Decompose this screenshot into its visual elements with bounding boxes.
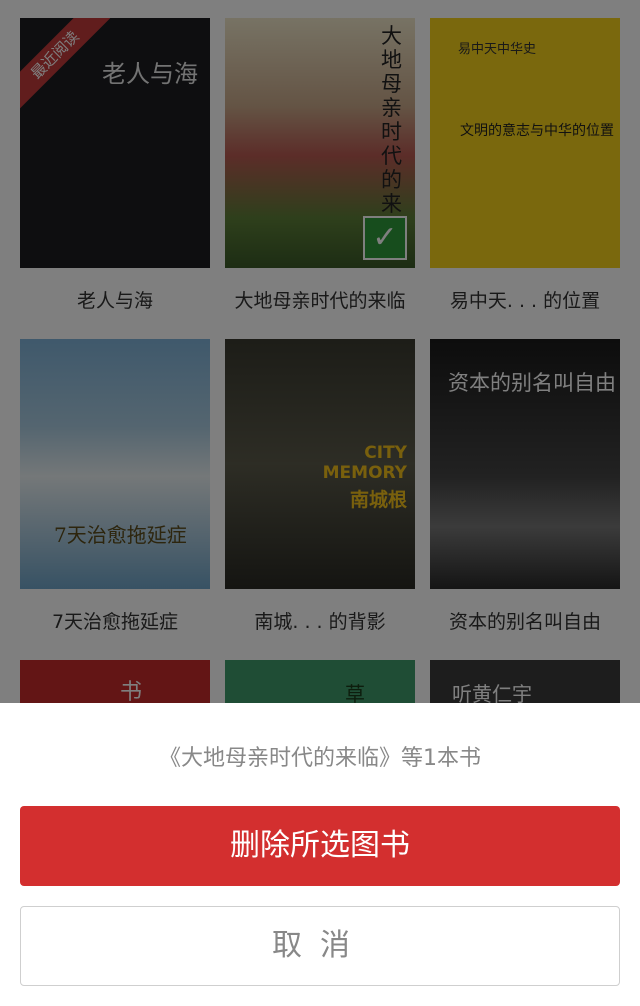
bookshelf: 最近阅读 老人与海 老人与海 大地母亲时代的来临 ✓ 大地母亲时代的来临 易中天… bbox=[0, 0, 640, 703]
action-sheet: 《大地母亲时代的来临》等1本书 删除所选图书 取消 bbox=[0, 703, 640, 1006]
selection-message: 《大地母亲时代的来临》等1本书 bbox=[159, 746, 481, 771]
delete-selected-button[interactable]: 删除所选图书 bbox=[20, 806, 620, 886]
cancel-button[interactable]: 取消 bbox=[20, 906, 620, 986]
dim-overlay[interactable] bbox=[0, 0, 640, 703]
